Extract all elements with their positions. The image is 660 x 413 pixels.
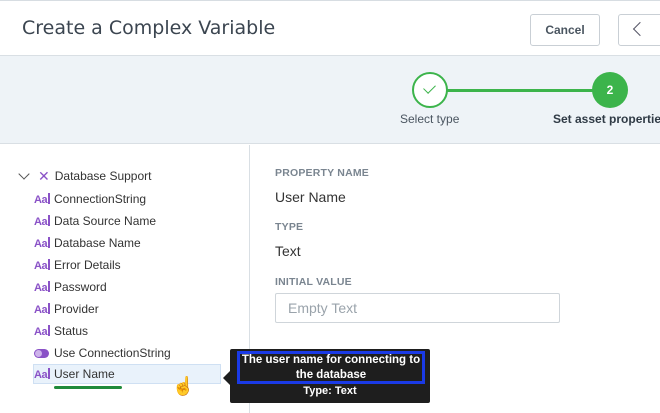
tree-item-label: ConnectionString [54,192,147,206]
boolean-toggle-icon [34,348,49,358]
variable-tree-panel: ✕ Database Support Aa ConnectionString A… [0,145,250,413]
step-2-label: Set asset properties [553,112,660,126]
text-type-icon: Aa [34,236,54,250]
checkmark-icon [423,81,436,94]
property-name-value: User Name [275,189,346,205]
cancel-button[interactable]: Cancel [530,14,600,46]
step-1-circle [412,72,448,108]
tree-item-label: Use ConnectionString [54,346,171,360]
text-type-icon: Aa [34,192,54,206]
dialog-header: Create a Complex Variable Cancel [0,2,660,56]
type-value: Text [275,243,301,259]
create-complex-variable-dialog: Create a Complex Variable Cancel 2 Selec… [0,0,660,413]
tree-item-label: Password [54,280,107,294]
tree-item-error-details[interactable]: Aa Error Details [34,255,121,275]
tree-item-use-connectionstring[interactable]: Use ConnectionString [34,343,171,363]
tree-item-label: Database Name [54,236,141,250]
selection-underline [54,386,122,389]
tooltip-type-line: Type: Text [303,385,357,397]
tree-item-provider[interactable]: Aa Provider [34,299,99,319]
chevron-left-icon [632,21,648,37]
text-type-icon: Aa [34,367,54,381]
tooltip-description: The user name for connecting to the data… [241,354,421,381]
tree-root-node[interactable]: ✕ Database Support [18,167,151,185]
wizard-stepper: 2 Select type Set asset properties [0,56,660,144]
type-caption: TYPE [275,221,304,233]
tooltip: The user name for connecting to the data… [223,349,430,403]
text-type-icon: Aa [34,324,54,338]
text-type-icon: Aa [34,280,54,294]
tree-item-connectionstring[interactable]: Aa ConnectionString [34,189,146,209]
tree-item-data-source-name[interactable]: Aa Data Source Name [34,211,156,231]
step-2-circle: 2 [592,72,628,108]
back-button[interactable] [618,14,660,46]
property-name-caption: PROPERTY NAME [275,167,370,179]
text-type-icon: Aa [34,258,54,272]
tree-item-status[interactable]: Aa Status [34,321,88,341]
tree-item-label: Data Source Name [54,214,157,228]
tree-root-label: Database Support [54,169,152,183]
step-connector [447,89,593,92]
hand-pointer-icon: ☝ [172,376,195,396]
complex-variable-icon: ✕ [38,167,50,184]
initial-value-caption: INITIAL VALUE [275,276,352,288]
initial-value-input[interactable]: Empty Text [275,293,560,323]
chevron-down-icon[interactable] [18,168,30,180]
tree-item-label: Status [54,324,89,338]
tree-item-label: User Name [54,367,115,381]
dialog-title: Create a Complex Variable [22,17,276,39]
text-type-icon: Aa [34,302,54,316]
tree-item-database-name[interactable]: Aa Database Name [34,233,141,253]
tree-item-label: Provider [54,302,99,316]
text-type-icon: Aa [34,214,54,228]
tree-item-label: Error Details [54,258,121,272]
step-1-label: Select type [400,112,460,126]
tree-item-password[interactable]: Aa Password [34,277,107,297]
